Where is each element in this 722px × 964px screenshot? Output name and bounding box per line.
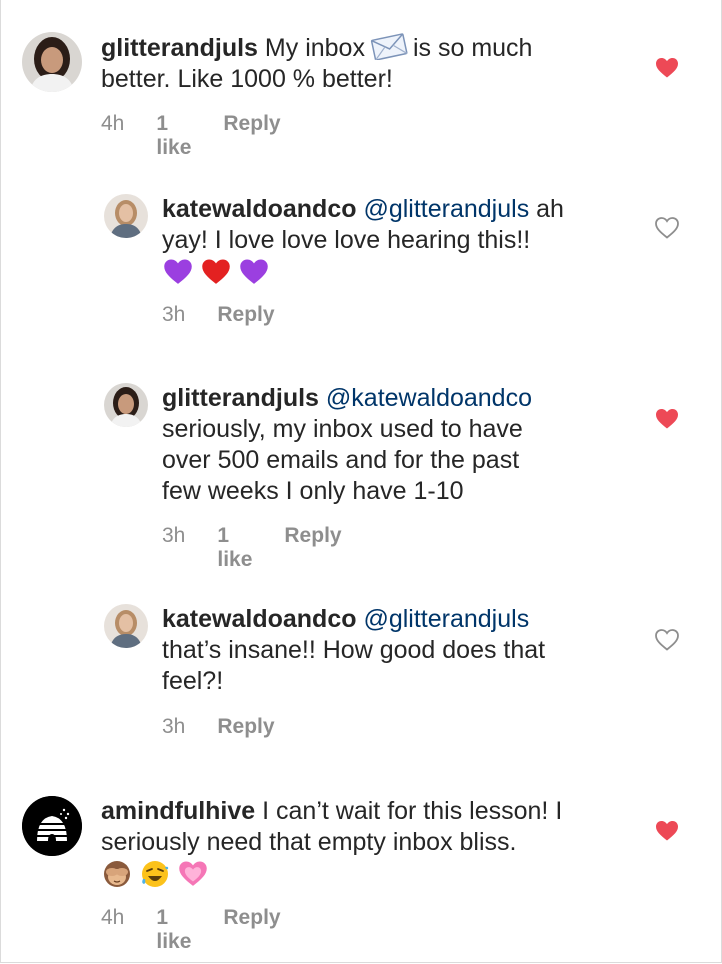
heart-outline-icon[interactable] [654, 628, 680, 652]
comment-body: is so much [412, 34, 533, 62]
comment-body: My inbox [264, 34, 365, 62]
mention-link[interactable]: @glitterandjuls [363, 605, 529, 633]
likes-count[interactable]: 1 like [156, 112, 191, 160]
timestamp: 3h [162, 303, 186, 326]
rolling-laughing-icon [142, 860, 169, 887]
timestamp: 3h [162, 715, 186, 738]
comment-body: yay! I love love love hearing this!! [162, 226, 531, 254]
comment-meta: 3h 1 like Reply [162, 524, 342, 572]
timestamp: 3h [162, 524, 186, 547]
comment-body: few weeks I only have 1-10 [162, 477, 464, 505]
red-heart-icon [202, 259, 230, 284]
heart-outline-icon[interactable] [654, 216, 680, 240]
username[interactable]: katewaldoandco [162, 195, 357, 223]
purple-heart-icon [240, 259, 268, 284]
comment-body: feel?! [162, 667, 224, 695]
heart-filled-icon[interactable] [654, 407, 680, 431]
comment-text: amindfulhive I can’t wait for this lesso… [101, 796, 641, 889]
username[interactable]: glitterandjuls [101, 34, 258, 62]
heart-filled-icon[interactable] [654, 56, 680, 80]
growing-heart-icon [179, 861, 207, 886]
mention-link[interactable]: @katewaldoandco [326, 384, 532, 412]
avatar[interactable] [22, 32, 82, 92]
emoji-row [162, 256, 642, 287]
reply-button[interactable]: Reply [223, 112, 280, 160]
heart-filled-icon[interactable] [654, 819, 680, 843]
comment-text: glitterandjuls @katewaldoandco seriously… [162, 383, 642, 507]
timestamp: 4h [101, 112, 125, 135]
comment-meta: 4h 1 like Reply [101, 112, 281, 160]
reply-button[interactable]: Reply [217, 303, 274, 327]
likes-count[interactable]: 1 like [156, 906, 191, 954]
avatar[interactable] [104, 383, 148, 427]
comment-meta: 3h Reply [162, 303, 275, 327]
see-no-evil-monkey-icon [104, 860, 130, 887]
reply-button[interactable]: Reply [284, 524, 341, 572]
reply-button[interactable]: Reply [223, 906, 280, 954]
comment-body: seriously need that empty inbox bliss. [101, 828, 517, 856]
reply-button[interactable]: Reply [217, 715, 274, 739]
comment-body: ah [536, 195, 564, 223]
envelope-icon [369, 32, 409, 61]
username[interactable]: katewaldoandco [162, 605, 357, 633]
avatar[interactable] [104, 194, 148, 238]
avatar[interactable] [22, 796, 82, 856]
comment-meta: 3h Reply [162, 715, 275, 739]
comment-body: better. Like 1000 % better! [101, 65, 393, 93]
username[interactable]: amindfulhive [101, 797, 255, 825]
comment-text: katewaldoandco @glitterandjuls that’s in… [162, 604, 642, 697]
comment-body: over 500 emails and for the past [162, 446, 520, 474]
mention-link[interactable]: @glitterandjuls [363, 195, 529, 223]
purple-heart-icon [164, 259, 192, 284]
likes-count[interactable]: 1 like [217, 524, 252, 572]
avatar[interactable] [104, 604, 148, 648]
username[interactable]: glitterandjuls [162, 384, 319, 412]
comment-body: seriously, my inbox used to have [162, 415, 523, 443]
timestamp: 4h [101, 906, 125, 929]
comment-body: I can’t wait for this lesson! I [262, 797, 563, 825]
comment-text: katewaldoandco @glitterandjuls ah yay! I… [162, 194, 642, 287]
comment-body: that’s insane!! How good does that [162, 636, 546, 664]
comment-meta: 4h 1 like Reply [101, 906, 281, 954]
emoji-row [101, 858, 641, 889]
comment-text: glitterandjuls My inbox is so much better… [101, 32, 621, 95]
